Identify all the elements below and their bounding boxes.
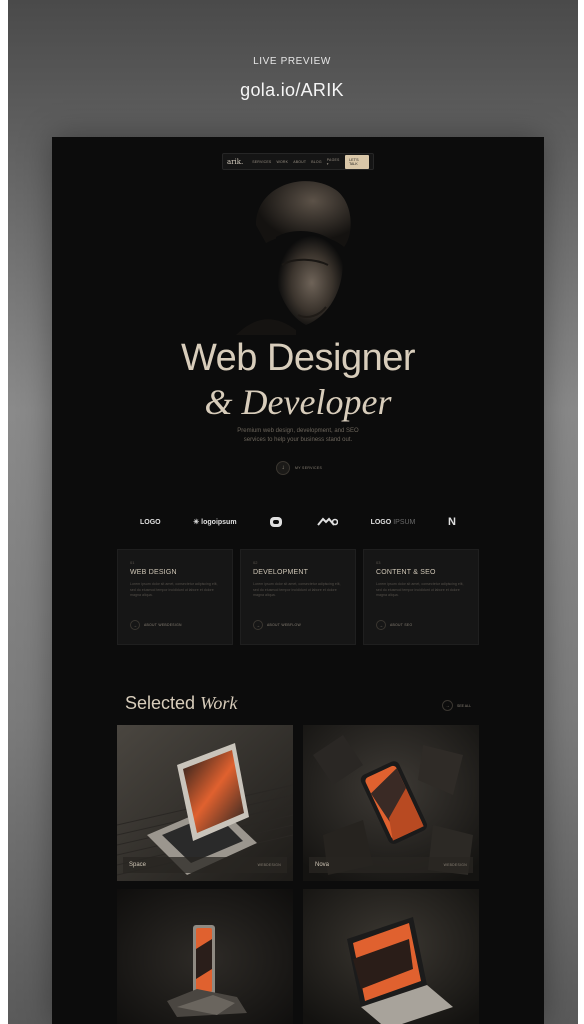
selected-work-title-plain: Selected bbox=[125, 693, 196, 713]
client-logo-5: LOGO IPSUM bbox=[371, 519, 416, 526]
project-image-floating-laptop bbox=[303, 889, 479, 1024]
arrow-right-icon: → bbox=[130, 620, 140, 630]
card-link-label: ABOUT WEBDESIGN bbox=[144, 623, 182, 627]
client-logo-2-text: logoipsum bbox=[201, 518, 237, 526]
right-edge bbox=[578, 0, 584, 1024]
client-logo-2: ✳ logoipsum bbox=[193, 518, 237, 527]
hero-subtitle: Premium web design, development, and SEO… bbox=[52, 427, 544, 445]
loops-logo-icon bbox=[317, 517, 338, 526]
nav-item-about[interactable]: ABOUT bbox=[293, 160, 306, 164]
client-logo-4 bbox=[316, 517, 338, 527]
project-tile-space[interactable]: Space WEBDESIGN bbox=[117, 725, 293, 881]
arrow-down-icon: ↓ bbox=[276, 461, 290, 475]
nav-item-blog[interactable]: BLOG bbox=[311, 160, 322, 164]
about-seo-link[interactable]: → ABOUT SEO bbox=[376, 620, 412, 630]
live-preview-label: LIVE PREVIEW bbox=[253, 56, 331, 67]
arrow-right-icon: → bbox=[442, 700, 453, 711]
service-card-content-seo: 03 CONTENT & SEO Lorem ipsum dolor sit a… bbox=[363, 549, 479, 645]
selected-work-title: Selected Work bbox=[125, 693, 237, 714]
service-card-text: Lorem ipsum dolor sit amet, consectetur … bbox=[253, 582, 341, 598]
client-logo-6: N bbox=[448, 516, 456, 528]
service-card-number: 01 bbox=[130, 560, 135, 565]
service-card-text: Lorem ipsum dolor sit amet, consectetur … bbox=[376, 582, 464, 598]
selected-work-title-italic: Work bbox=[200, 693, 238, 713]
project-caption: Space WEBDESIGN bbox=[123, 857, 287, 873]
project-image-standing-phone bbox=[117, 889, 293, 1024]
service-card-number: 02 bbox=[253, 560, 258, 565]
asterisk-logo-icon: ✳ bbox=[193, 519, 200, 526]
service-card-title: WEB DESIGN bbox=[130, 569, 177, 576]
service-card-title: DEVELOPMENT bbox=[253, 569, 309, 576]
website-preview: arik. SERVICES WORK ABOUT BLOG PAGES ▾ L… bbox=[52, 137, 544, 1024]
project-name: Space bbox=[129, 862, 147, 868]
hero-subtitle-line1: Premium web design, development, and SEO bbox=[237, 428, 359, 434]
my-services-label: MY SERVICES bbox=[295, 466, 323, 470]
project-name: Nova bbox=[315, 862, 330, 868]
client-logo-5-faint: IPSUM bbox=[393, 518, 416, 526]
hero-title-line2: & Developer bbox=[204, 382, 392, 422]
project-tag: WEBDESIGN bbox=[257, 863, 281, 867]
nav-item-work[interactable]: WORK bbox=[276, 160, 288, 164]
service-card-title: CONTENT & SEO bbox=[376, 569, 436, 576]
service-card-development: 02 DEVELOPMENT Lorem ipsum dolor sit ame… bbox=[240, 549, 356, 645]
client-logos: LOGO ✳ logoipsum LOGO IPSUM N bbox=[140, 515, 456, 529]
client-logo-5-bold: LOGO bbox=[370, 518, 392, 526]
left-edge bbox=[0, 0, 8, 1024]
card-link-label: ABOUT SEO bbox=[390, 623, 413, 627]
arrow-right-icon: → bbox=[376, 620, 386, 630]
live-preview-url[interactable]: gola.io/ARIK bbox=[0, 80, 584, 101]
see-all-link[interactable]: → SEE ALL bbox=[442, 700, 471, 711]
rounded-square-logo-icon bbox=[270, 517, 283, 527]
project-tile-nova[interactable]: Nova WEBDESIGN bbox=[303, 725, 479, 881]
my-services-button[interactable]: ↓ MY SERVICES bbox=[276, 461, 322, 475]
about-webdesign-link[interactable]: → ABOUT WEBDESIGN bbox=[130, 620, 182, 630]
project-tag: WEBDESIGN bbox=[443, 863, 467, 867]
client-logo-1: LOGO bbox=[140, 518, 161, 526]
nav-item-services[interactable]: SERVICES bbox=[252, 160, 271, 164]
project-tile-3[interactable] bbox=[117, 889, 293, 1024]
arrow-right-icon: → bbox=[253, 620, 263, 630]
service-card-text: Lorem ipsum dolor sit amet, consectetur … bbox=[130, 582, 218, 598]
service-card-number: 03 bbox=[376, 560, 381, 565]
client-logo-3 bbox=[269, 516, 283, 528]
service-card-web-design: 01 WEB DESIGN Lorem ipsum dolor sit amet… bbox=[117, 549, 233, 645]
hero-subtitle-line2: services to help your business stand out… bbox=[243, 437, 353, 443]
hero-title-line1: Web Designer bbox=[180, 337, 416, 379]
project-tile-4[interactable] bbox=[303, 889, 479, 1024]
see-all-label: SEE ALL bbox=[457, 703, 472, 708]
card-link-label: ABOUT WEBFLOW bbox=[267, 623, 301, 627]
project-caption: Nova WEBDESIGN bbox=[309, 857, 473, 873]
about-webflow-link[interactable]: → ABOUT WEBFLOW bbox=[253, 620, 301, 630]
hero-portrait bbox=[236, 181, 351, 335]
